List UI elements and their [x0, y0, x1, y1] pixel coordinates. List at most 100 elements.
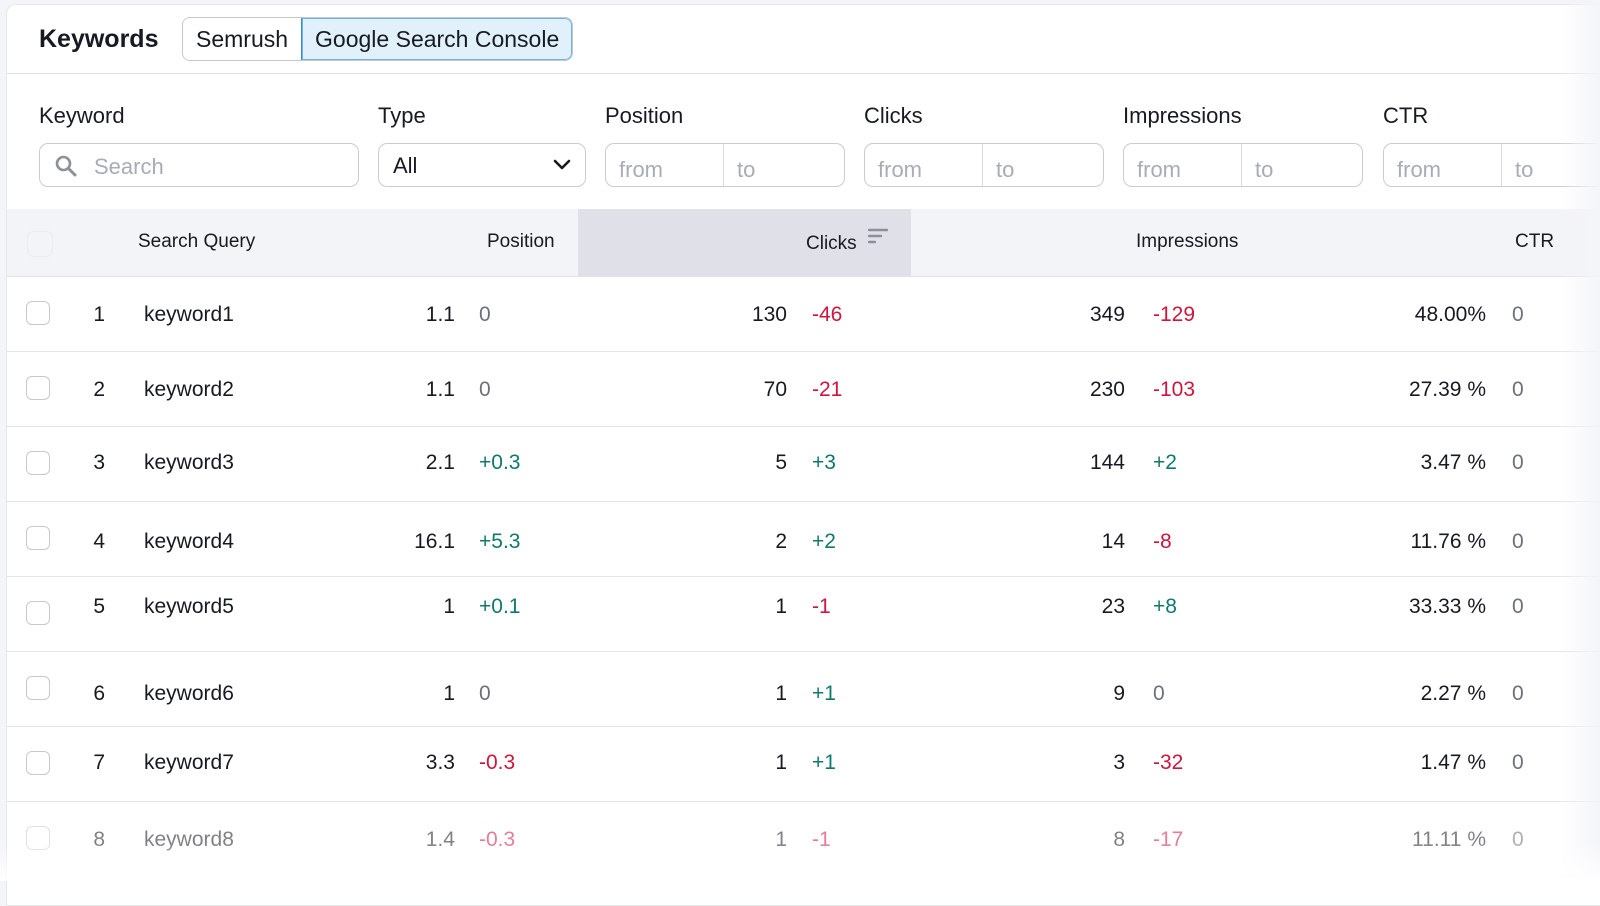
select-all-checkbox[interactable] — [27, 231, 53, 257]
impressions-to-input[interactable] — [1242, 144, 1359, 186]
ctr-diff: 0 — [1512, 530, 1524, 554]
table-row[interactable]: 2 keyword2 1.1 0 70 -21 230 -103 27.39 %… — [7, 352, 1600, 427]
ctr-range — [1383, 143, 1600, 187]
impressions-value: 144 — [1037, 451, 1125, 475]
row-checkbox[interactable] — [26, 301, 50, 325]
impressions-diff: -129 — [1153, 303, 1195, 327]
filter-impressions-label: Impressions — [1123, 103, 1242, 137]
keywords-table: Search Query Position Clicks Impressions… — [7, 209, 1600, 877]
column-search-query[interactable]: Search Query — [138, 231, 255, 253]
row-number: 8 — [77, 828, 105, 852]
position-value: 1.1 — [387, 303, 455, 327]
ctr-diff: 0 — [1512, 828, 1524, 852]
row-number: 7 — [77, 751, 105, 775]
impressions-value: 14 — [1037, 530, 1125, 554]
position-diff: -0.3 — [479, 751, 515, 775]
clicks-diff: -1 — [812, 828, 831, 852]
position-from-input[interactable] — [606, 144, 723, 186]
filter-clicks-label: Clicks — [864, 103, 923, 137]
ctr-value: 11.76 % — [1367, 530, 1486, 554]
filter-type: Type All — [378, 103, 426, 137]
table-row[interactable]: 3 keyword3 2.1 +0.3 5 +3 144 +2 3.47 % 0 — [7, 427, 1600, 502]
filter-impressions: Impressions — [1123, 103, 1242, 137]
column-impressions[interactable]: Impressions — [1136, 231, 1238, 253]
search-query[interactable]: keyword6 — [144, 682, 234, 706]
table-row[interactable]: 1 keyword1 1.1 0 130 -46 349 -129 48.00%… — [7, 277, 1600, 352]
position-diff: -0.3 — [479, 828, 515, 852]
impressions-diff: +2 — [1153, 451, 1177, 475]
search-query[interactable]: keyword8 — [144, 828, 234, 852]
search-query[interactable]: keyword2 — [144, 378, 234, 402]
search-query[interactable]: keyword7 — [144, 751, 234, 775]
row-checkbox[interactable] — [26, 451, 50, 475]
position-diff: 0 — [479, 303, 491, 327]
table-row[interactable]: 4 keyword4 16.1 +5.3 2 +2 14 -8 11.76 % … — [7, 502, 1600, 577]
clicks-value: 2 — [707, 530, 787, 554]
page-title: Keywords — [39, 25, 158, 54]
impressions-value: 23 — [1037, 595, 1125, 619]
table-header: Search Query Position Clicks Impressions… — [7, 209, 1600, 277]
position-value: 16.1 — [387, 530, 455, 554]
table-row[interactable]: 8 keyword8 1.4 -0.3 1 -1 8 -17 11.11 % 0 — [7, 802, 1600, 877]
table-row[interactable]: 6 keyword6 1 0 1 +1 9 0 2.27 % 0 — [7, 652, 1600, 727]
tab-semrush[interactable]: Semrush — [183, 18, 301, 60]
search-query[interactable]: keyword3 — [144, 451, 234, 475]
filter-clicks: Clicks — [864, 103, 923, 137]
row-checkbox[interactable] — [26, 826, 50, 850]
ctr-diff: 0 — [1512, 682, 1524, 706]
impressions-value: 230 — [1037, 378, 1125, 402]
search-query[interactable]: keyword4 — [144, 530, 234, 554]
ctr-from-input[interactable] — [1384, 144, 1501, 186]
row-checkbox[interactable] — [26, 676, 50, 700]
clicks-value: 1 — [707, 751, 787, 775]
filters-bar: Keyword Type All Position — [7, 73, 1600, 209]
row-number: 2 — [77, 378, 105, 402]
column-ctr[interactable]: CTR — [1515, 231, 1554, 253]
keyword-search-input[interactable] — [92, 153, 346, 181]
column-position[interactable]: Position — [487, 231, 555, 253]
filter-position-label: Position — [605, 103, 683, 137]
table-row[interactable]: 7 keyword7 3.3 -0.3 1 +1 3 -32 1.47 % 0 — [7, 727, 1600, 802]
position-value: 1 — [387, 682, 455, 706]
ctr-diff: 0 — [1512, 595, 1524, 619]
clicks-value: 5 — [707, 451, 787, 475]
row-number: 4 — [77, 530, 105, 554]
clicks-value: 70 — [707, 378, 787, 402]
column-clicks[interactable]: Clicks — [806, 231, 888, 255]
impressions-from-input[interactable] — [1124, 144, 1241, 186]
keyword-search-box[interactable] — [39, 143, 359, 187]
chevron-down-icon — [553, 158, 571, 177]
row-number: 3 — [77, 451, 105, 475]
clicks-range — [864, 143, 1104, 187]
ctr-value: 48.00% — [1367, 303, 1486, 327]
search-query[interactable]: keyword1 — [144, 303, 234, 327]
ctr-to-input[interactable] — [1502, 144, 1600, 186]
ctr-value: 11.11 % — [1367, 828, 1486, 852]
clicks-value: 1 — [707, 595, 787, 619]
clicks-from-input[interactable] — [865, 144, 982, 186]
impressions-diff: -103 — [1153, 378, 1195, 402]
filter-position: Position — [605, 103, 683, 137]
table-row[interactable]: 5 keyword5 1 +0.1 1 -1 23 +8 33.33 % 0 — [7, 577, 1600, 652]
row-checkbox[interactable] — [26, 526, 50, 550]
impressions-diff: -8 — [1153, 530, 1172, 554]
clicks-to-input[interactable] — [983, 144, 1100, 186]
impressions-diff: 0 — [1153, 682, 1165, 706]
position-range — [605, 143, 845, 187]
impressions-value: 9 — [1037, 682, 1125, 706]
clicks-value: 1 — [707, 682, 787, 706]
impressions-range — [1123, 143, 1363, 187]
type-select-value: All — [393, 153, 417, 179]
tab-google-search-console[interactable]: Google Search Console — [301, 18, 572, 60]
row-checkbox[interactable] — [26, 751, 50, 775]
clicks-diff: -1 — [812, 595, 831, 619]
source-switcher: Semrush Google Search Console — [182, 17, 573, 61]
search-query[interactable]: keyword5 — [144, 595, 234, 619]
row-checkbox[interactable] — [26, 376, 50, 400]
type-select[interactable]: All — [378, 143, 586, 187]
row-checkbox[interactable] — [26, 601, 50, 625]
position-diff: +0.1 — [479, 595, 520, 619]
position-to-input[interactable] — [724, 144, 841, 186]
sort-descending-icon[interactable] — [868, 230, 888, 251]
clicks-diff: +3 — [812, 451, 836, 475]
